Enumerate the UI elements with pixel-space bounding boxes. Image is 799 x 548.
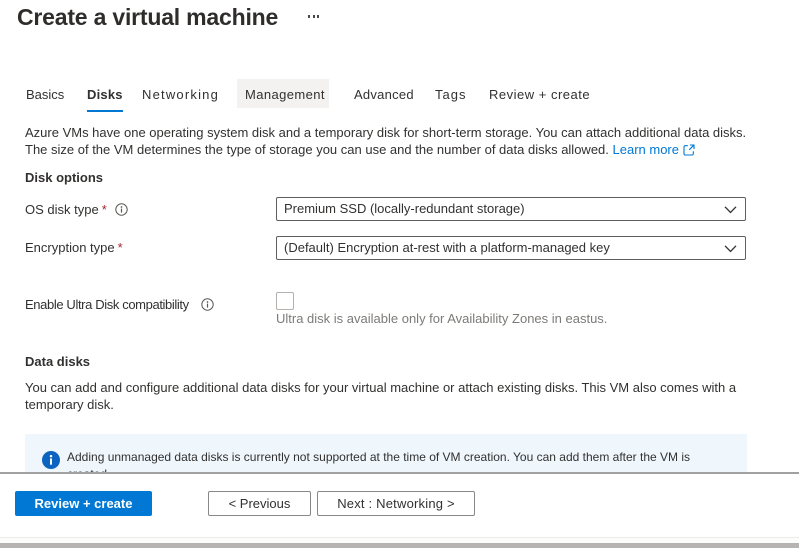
previous-button[interactable]: < Previous — [208, 491, 311, 516]
intro-line2: The size of the VM determines the type o… — [25, 142, 609, 157]
data-disks-heading: Data disks — [25, 354, 90, 369]
review-create-button[interactable]: Review + create — [15, 491, 152, 516]
tab-review-create[interactable]: Review + create — [489, 88, 590, 101]
chevron-down-icon — [724, 206, 737, 214]
ultra-disk-checkbox[interactable] — [276, 292, 294, 310]
info-circle-icon[interactable] — [115, 203, 128, 219]
ultra-disk-label: Enable Ultra Disk compatibility — [25, 297, 214, 314]
tab-disks[interactable]: Disks — [87, 88, 123, 101]
intro-line1: Azure VMs have one operating system disk… — [25, 125, 746, 140]
intro-text: Azure VMs have one operating system disk… — [25, 124, 746, 158]
os-disk-type-select[interactable]: Premium SSD (locally-redundant storage) — [276, 197, 746, 221]
encryption-type-select[interactable]: (Default) Encryption at-rest with a plat… — [276, 236, 746, 260]
info-circle-icon[interactable] — [201, 298, 214, 314]
required-asterisk: * — [102, 202, 107, 217]
external-link-icon — [683, 144, 695, 156]
required-asterisk: * — [118, 240, 123, 255]
tab-management[interactable]: Management — [245, 88, 325, 101]
tab-advanced[interactable]: Advanced — [354, 88, 414, 101]
tab-basics[interactable]: Basics — [26, 88, 64, 101]
tab-networking[interactable]: Networking — [142, 88, 219, 101]
info-filled-icon — [42, 451, 60, 474]
encryption-type-label: Encryption type* — [25, 240, 123, 255]
data-disks-text: You can add and configure additional dat… — [25, 379, 736, 413]
footer-bar: Review + create < Previous Next : Networ… — [0, 474, 799, 537]
ellipsis-horizontal-icon[interactable] — [308, 15, 319, 18]
tab-tags[interactable]: Tags — [435, 88, 466, 101]
learn-more-link[interactable]: Learn more — [613, 142, 679, 157]
disk-options-heading: Disk options — [25, 170, 103, 185]
ultra-disk-helper-text: Ultra disk is available only for Availab… — [276, 311, 607, 326]
page-title: Create a virtual machine — [17, 5, 278, 30]
bottom-gray-strip — [0, 543, 799, 548]
os-disk-type-label: OS disk type* — [25, 202, 128, 219]
chevron-down-icon — [724, 245, 737, 253]
next-networking-button[interactable]: Next : Networking > — [317, 491, 475, 516]
